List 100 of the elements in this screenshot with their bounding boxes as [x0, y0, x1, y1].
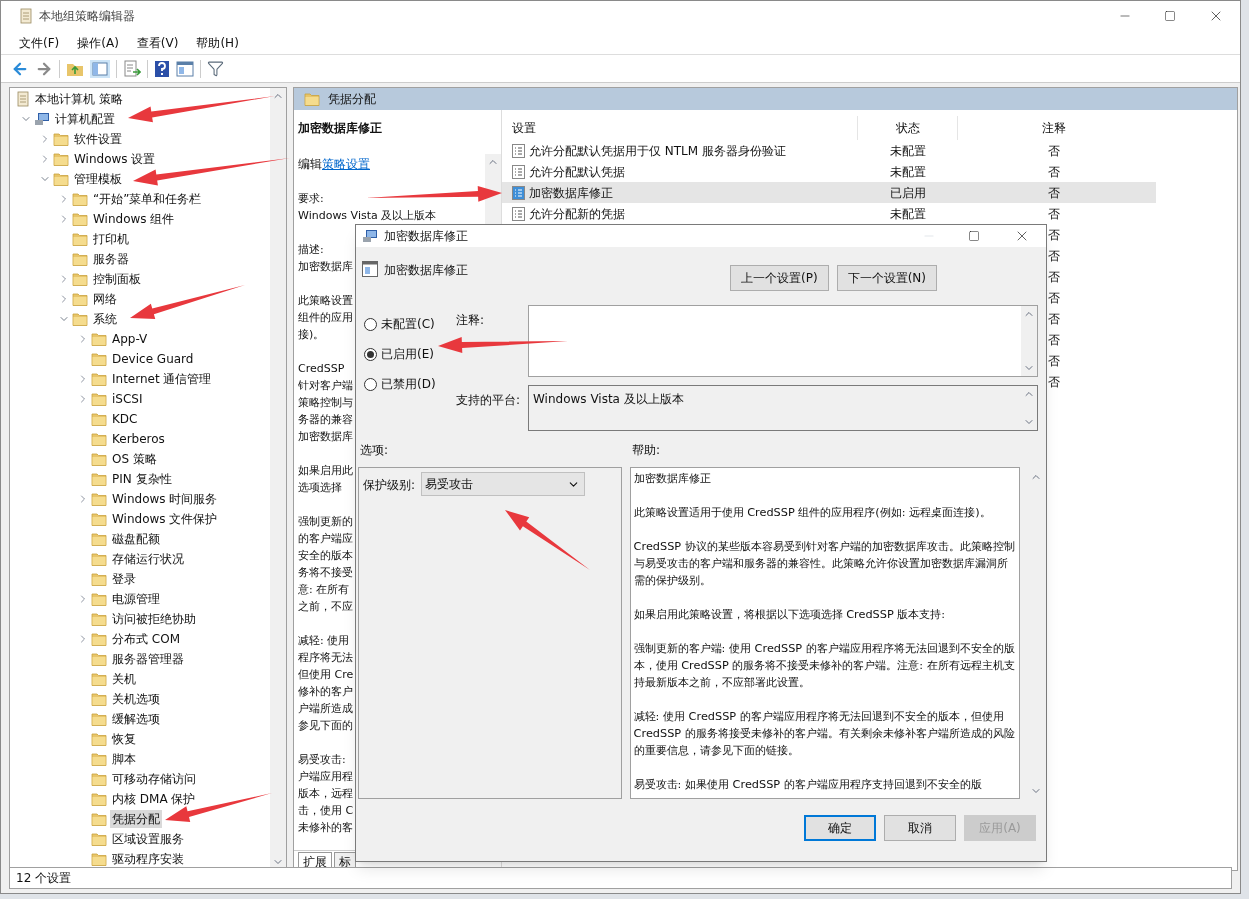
- column-header[interactable]: 注释: [958, 116, 1150, 140]
- tree-item[interactable]: 访问被拒绝协助: [110, 610, 198, 628]
- tree-item[interactable]: OS 策略: [110, 450, 159, 468]
- list-row[interactable]: 加密数据库修正 已启用 否: [502, 182, 1156, 203]
- tree-item[interactable]: 控制面板: [91, 270, 143, 288]
- tree-item[interactable]: 本地计算机 策略: [33, 90, 125, 108]
- policy-icon: [512, 206, 525, 221]
- help-icon[interactable]: [154, 59, 170, 78]
- policy-note: 否: [1048, 352, 1060, 370]
- computer-icon: [362, 229, 378, 243]
- description-line: 策略控制与: [298, 395, 353, 411]
- tree-item[interactable]: 系统: [91, 310, 119, 328]
- list-row[interactable]: 允许分配新的凭据 未配置 否: [502, 203, 1156, 224]
- tree-item[interactable]: 磁盘配额: [110, 530, 162, 548]
- dialog-button[interactable]: 取消: [884, 815, 956, 841]
- description-line: 未修补的客: [298, 820, 353, 836]
- tree-item[interactable]: Windows 设置: [72, 150, 158, 168]
- next-setting-button[interactable]: 下一个设置(N): [836, 265, 937, 291]
- properties-icon[interactable]: [176, 60, 194, 77]
- policy-name: 允许分配默认凭据: [529, 163, 625, 181]
- column-header[interactable]: 设置: [502, 116, 858, 140]
- radio-circle[interactable]: [364, 347, 377, 361]
- policy-settings-link[interactable]: 策略设置: [322, 157, 370, 171]
- tree-item[interactable]: Windows 文件保护: [110, 510, 220, 528]
- help-paragraph: CredSSP 协议的某些版本容易受到针对客户端的加密数据库攻击。此策略控制与易受攻击的客户端和服务器的兼容性。此策略允许你设置加密数据库漏洞所需的保护级别。: [633, 539, 1016, 589]
- tree-item[interactable]: 软件设置: [72, 130, 124, 148]
- tree-item[interactable]: 脚本: [110, 750, 138, 768]
- folder-icon: [91, 612, 107, 626]
- scrollbar[interactable]: [1021, 306, 1037, 376]
- tree-item[interactable]: Windows 时间服务: [110, 490, 220, 508]
- setting-heading: 加密数据库修正: [384, 262, 468, 279]
- tree-item[interactable]: 关机选项: [110, 690, 162, 708]
- list-row[interactable]: 允许分配默认凭据 未配置 否: [502, 161, 1156, 182]
- folder-icon: [72, 312, 88, 326]
- folder-icon: [91, 552, 107, 566]
- tree-item[interactable]: 区域设置服务: [110, 830, 186, 848]
- previous-setting-button[interactable]: 上一个设置(P): [730, 265, 829, 291]
- window-title: 本地组策略编辑器: [39, 8, 135, 25]
- policy-icon: [512, 164, 525, 179]
- tree-item[interactable]: 电源管理: [110, 590, 162, 608]
- tree-item[interactable]: 驱动程序安装: [110, 850, 186, 868]
- tree-item[interactable]: Device Guard: [110, 350, 196, 368]
- tree-item[interactable]: 可移动存储访问: [110, 770, 198, 788]
- export-list-icon[interactable]: [123, 59, 141, 78]
- computer-icon: [34, 112, 50, 126]
- radio-option[interactable]: 已禁用(D): [364, 375, 456, 393]
- filter-icon[interactable]: [207, 60, 224, 77]
- tree-item[interactable]: 关机: [110, 670, 138, 688]
- policy-state: 未配置: [890, 205, 926, 223]
- policy-state: 未配置: [890, 142, 926, 160]
- description-line: 强制更新的: [298, 514, 353, 530]
- tree-item[interactable]: 恢复: [110, 730, 138, 748]
- tree-item[interactable]: iSCSI: [110, 390, 145, 408]
- list-row[interactable]: 允许分配默认凭据用于仅 NTLM 服务器身份验证 未配置 否: [502, 140, 1156, 161]
- tree-item[interactable]: 凭据分配: [110, 810, 162, 828]
- radio-option[interactable]: 未配置(C): [364, 315, 456, 333]
- tree-item[interactable]: 打印机: [91, 230, 131, 248]
- radio-option[interactable]: 已启用(E): [364, 345, 456, 363]
- description-line: Windows Vista 及以上版本: [298, 208, 437, 224]
- tree-item[interactable]: 登录: [110, 570, 138, 588]
- folder-icon: [91, 472, 107, 486]
- options-label: 选项:: [360, 442, 390, 459]
- tree-item[interactable]: App-V: [110, 330, 150, 348]
- setting-icon: [362, 261, 378, 277]
- tree-item[interactable]: “开始”菜单和任务栏: [91, 190, 204, 208]
- tree-item[interactable]: 缓解选项: [110, 710, 162, 728]
- folder-icon: [53, 152, 69, 166]
- menu-item[interactable]: 查看(V): [128, 33, 187, 52]
- maximize-icon[interactable]: [968, 230, 980, 242]
- comment-field[interactable]: [528, 305, 1038, 377]
- tree-item[interactable]: 内核 DMA 保护: [110, 790, 198, 808]
- folder-icon: [91, 652, 107, 666]
- maximize-icon[interactable]: [1164, 10, 1176, 22]
- scrollbar[interactable]: [270, 88, 286, 870]
- tree-item[interactable]: Kerberos: [110, 430, 167, 448]
- menu-item[interactable]: 操作(A): [69, 33, 127, 52]
- tree-item[interactable]: 分布式 COM: [110, 630, 182, 648]
- tree-item[interactable]: Internet 通信管理: [110, 370, 214, 388]
- protection-level-dropdown[interactable]: 易受攻击: [421, 472, 586, 496]
- tree-item[interactable]: 计算机配置: [53, 110, 117, 128]
- dialog-button[interactable]: 确定: [804, 815, 876, 841]
- tree-item[interactable]: 服务器管理器: [110, 650, 186, 668]
- help-label: 帮助:: [632, 442, 661, 459]
- folder-icon: [91, 412, 107, 426]
- tree-item[interactable]: 管理模板: [72, 170, 124, 188]
- description-line: 但使用 Cre: [298, 667, 354, 683]
- tree-item[interactable]: 服务器: [91, 250, 131, 268]
- tree-item[interactable]: 存储运行状况: [110, 550, 186, 568]
- tree-toggle-icon[interactable]: [90, 59, 110, 78]
- help-paragraph: 减轻: 使用 CredSSP 的客户端应用程序将无法回退到不安全的版本，但使用 CredSSP 的服务将接受未修补的客户端。有关剩余未修补客户端所造成的风险的重要信息，请参见下面的链接。: [633, 709, 1016, 759]
- tree-item[interactable]: Windows 组件: [91, 210, 177, 228]
- policy-note: 否: [1048, 310, 1060, 328]
- tree-item[interactable]: KDC: [110, 410, 140, 428]
- column-header[interactable]: 状态: [858, 116, 958, 140]
- menu-item[interactable]: 帮助(H): [188, 33, 247, 52]
- menu-item[interactable]: 文件(F): [11, 33, 68, 52]
- policy-note: 否: [1048, 184, 1060, 202]
- tree-item[interactable]: PIN 复杂性: [110, 470, 174, 488]
- tree-item[interactable]: 网络: [91, 290, 119, 308]
- description-line: 户端所造成: [298, 701, 353, 717]
